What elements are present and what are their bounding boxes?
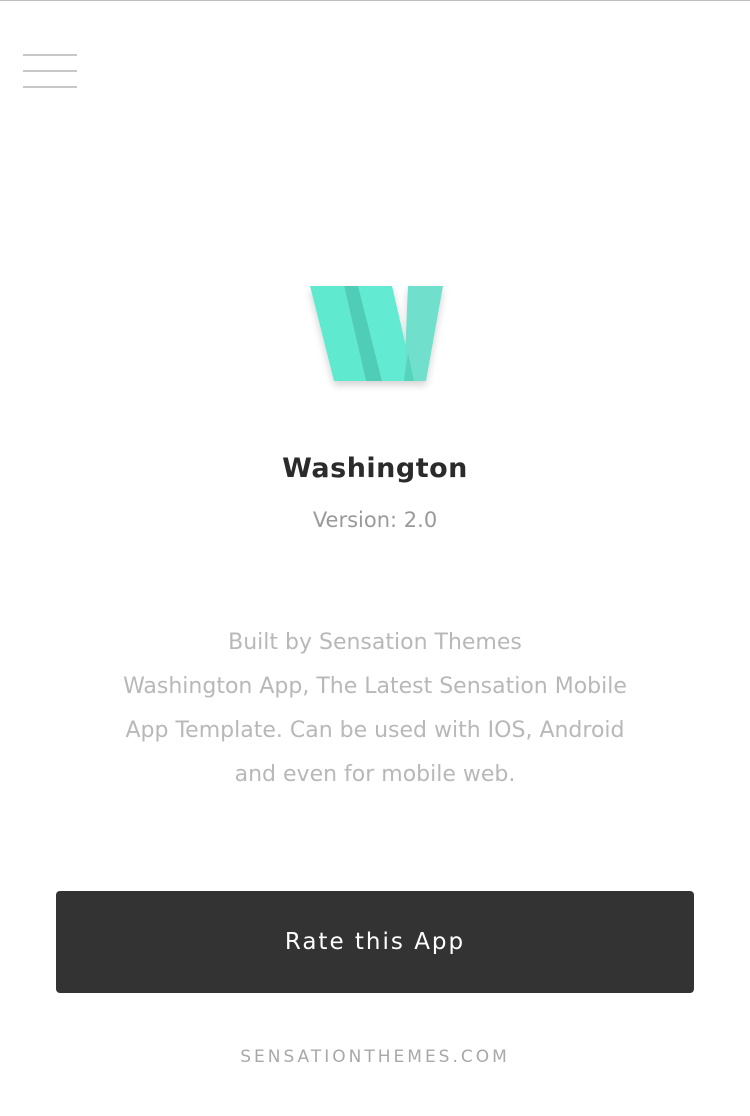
app-logo-icon (298, 273, 452, 393)
app-version: Version: 2.0 (312, 508, 438, 532)
hamburger-menu-icon[interactable] (23, 53, 77, 91)
app-description: Built by Sensation Themes Washington App… (75, 621, 675, 797)
app-title: Washington (282, 453, 468, 484)
description-line: Washington App, The Latest Sensation Mob… (123, 674, 627, 699)
about-page: Washington Version: 2.0 Built by Sensati… (0, 0, 750, 1116)
description-line: and even for mobile web. (234, 762, 516, 787)
rate-app-button[interactable]: Rate this App (56, 891, 694, 993)
description-line: App Template. Can be used with IOS, Andr… (125, 718, 625, 743)
menu-line (23, 86, 77, 88)
description-line: Built by Sensation Themes (228, 630, 522, 655)
menu-line (23, 70, 77, 72)
footer-website-link[interactable]: SENSATIONTHEMES.COM (0, 1047, 750, 1067)
menu-line (23, 54, 77, 56)
